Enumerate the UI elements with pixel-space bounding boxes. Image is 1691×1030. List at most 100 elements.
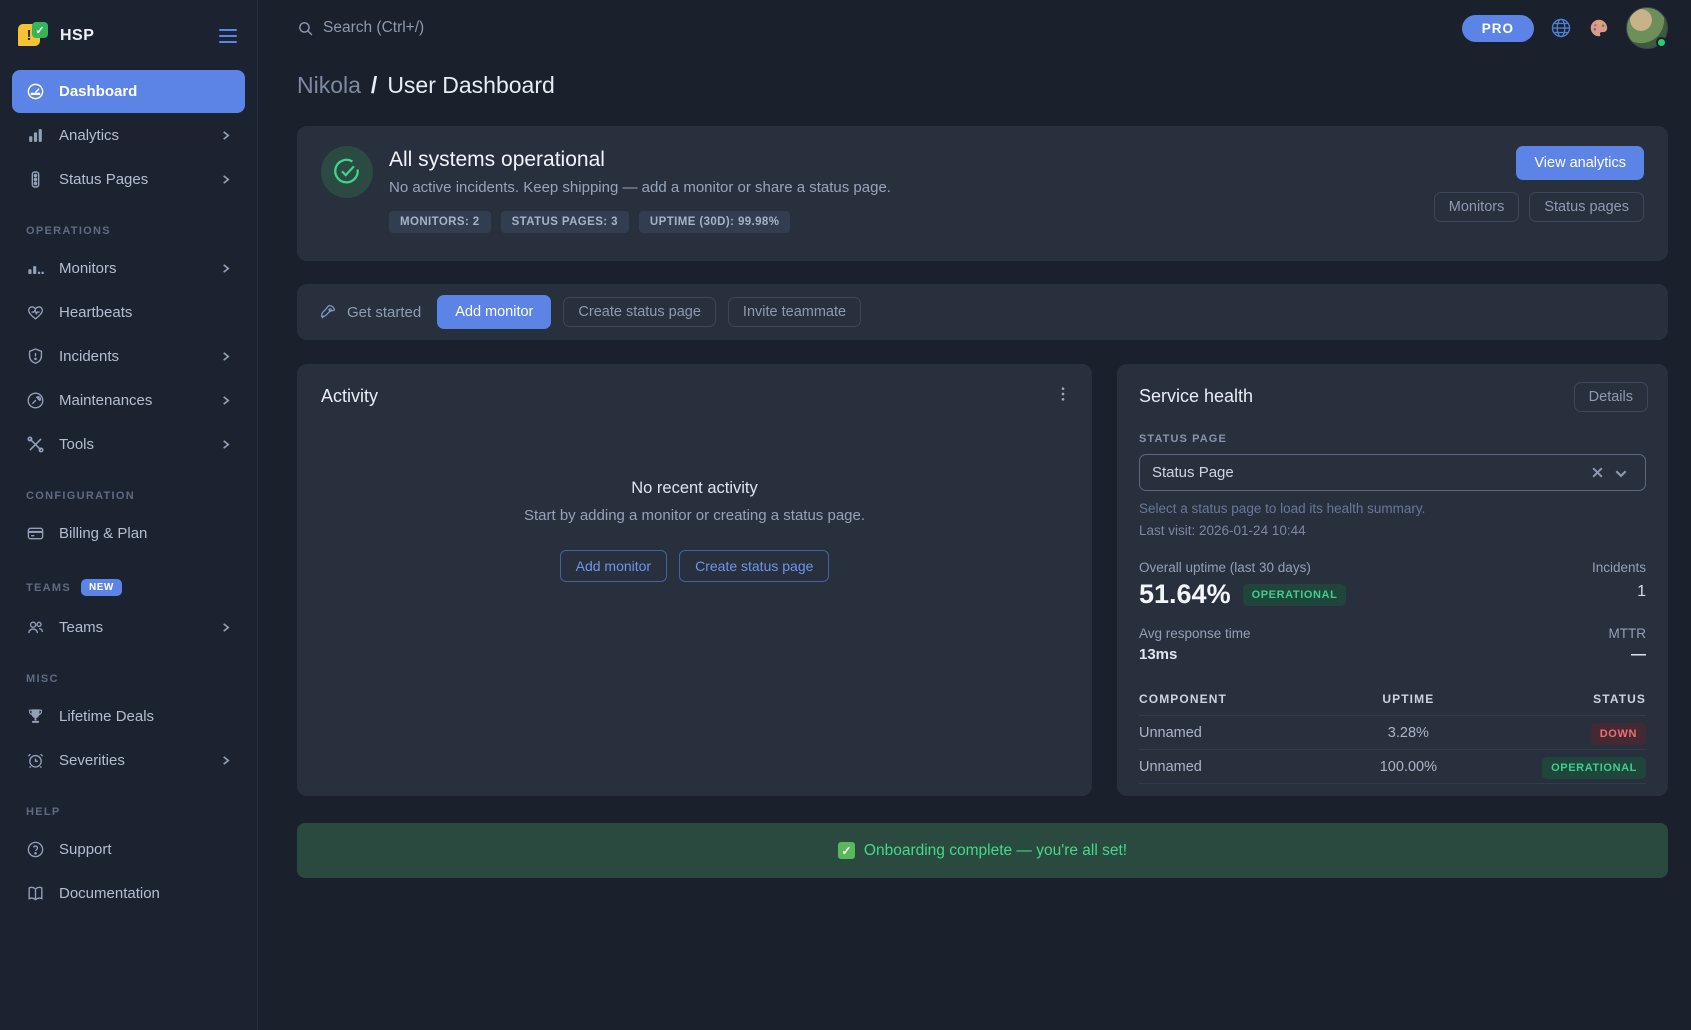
sidebar-item-monitors[interactable]: Monitors xyxy=(12,247,245,290)
sidebar-item-label: Dashboard xyxy=(59,83,231,100)
check-circle-icon xyxy=(321,146,373,198)
chevron-right-icon xyxy=(220,130,231,141)
uptime-30d-pill: UPTIME (30D): 99.98% xyxy=(639,211,790,233)
chevron-right-icon xyxy=(220,351,231,362)
sidebar-item-label: Monitors xyxy=(59,260,206,277)
sidebar-item-billing-plan[interactable]: Billing & Plan xyxy=(12,512,245,555)
sidebar-section-configuration: CONFIGURATION xyxy=(12,490,245,502)
component-name: Unnamed xyxy=(1139,725,1329,741)
overall-uptime-metric: Overall uptime (last 30 days) 51.64% OPE… xyxy=(1139,560,1346,610)
add-monitor-button[interactable]: Add monitor xyxy=(560,550,667,582)
clear-selection-icon[interactable] xyxy=(1586,466,1609,479)
sidebar-section-help: HELP xyxy=(12,806,245,818)
status-page-select[interactable]: Status Page xyxy=(1139,454,1646,491)
search-bar xyxy=(297,19,1462,37)
sidebar-item-teams[interactable]: Teams xyxy=(12,606,245,649)
sidebar-item-label: Maintenances xyxy=(59,392,206,409)
tools-icon xyxy=(26,435,45,454)
rocket-icon xyxy=(319,303,337,321)
status-hero-card: All systems operational No active incide… xyxy=(297,126,1668,261)
invite-teammate-button[interactable]: Invite teammate xyxy=(728,297,861,327)
theme-palette-icon[interactable] xyxy=(1588,17,1610,39)
monitors-count-pill: MONITORS: 2 xyxy=(389,211,491,233)
hamburger-menu-icon[interactable] xyxy=(217,27,239,45)
banner-text: Onboarding complete — you're all set! xyxy=(864,842,1127,860)
sidebar-item-label: Tools xyxy=(59,436,206,453)
sidebar-item-severities[interactable]: Severities xyxy=(12,739,245,782)
table-row: Unnamed 3.28% DOWN xyxy=(1139,716,1646,750)
globe-icon[interactable] xyxy=(1550,17,1572,39)
create-status-page-button[interactable]: Create status page xyxy=(679,550,829,582)
component-column-header: COMPONENT xyxy=(1139,692,1329,706)
sidebar-item-label: Incidents xyxy=(59,348,206,365)
avg-response-label: Avg response time xyxy=(1139,626,1251,641)
sidebar-section-operations: OPERATIONS xyxy=(12,225,245,237)
sidebar-item-label: Severities xyxy=(59,752,206,769)
avg-response-metric: Avg response time 13ms xyxy=(1139,626,1251,663)
sidebar-section-misc: MISC xyxy=(12,673,245,685)
user-avatar[interactable] xyxy=(1626,7,1668,49)
component-name: Unnamed xyxy=(1139,759,1329,775)
search-icon xyxy=(297,20,314,37)
kebab-menu-icon[interactable] xyxy=(1056,386,1070,402)
table-header-row: COMPONENT UPTIME STATUS xyxy=(1139,683,1646,716)
onboarding-complete-banner: ✓ Onboarding complete — you're all set! xyxy=(297,823,1668,878)
sidebar-item-analytics[interactable]: Analytics xyxy=(12,114,245,157)
mttr-metric: MTTR — xyxy=(1609,626,1647,663)
view-analytics-button[interactable]: View analytics xyxy=(1516,146,1644,180)
sidebar-item-maintenances[interactable]: Maintenances xyxy=(12,379,245,422)
uptime-column-header: UPTIME xyxy=(1329,692,1487,706)
hero-stat-pills: MONITORS: 2 STATUS PAGES: 3 UPTIME (30D)… xyxy=(389,211,1434,233)
sidebar-item-documentation[interactable]: Documentation xyxy=(12,872,245,915)
question-circle-icon xyxy=(26,840,45,859)
sidebar-item-dashboard[interactable]: Dashboard xyxy=(12,70,245,113)
pro-badge[interactable]: PRO xyxy=(1462,15,1534,42)
component-uptime: 3.28% xyxy=(1329,725,1487,741)
sidebar-item-incidents[interactable]: Incidents xyxy=(12,335,245,378)
breadcrumb-parent[interactable]: Nikola xyxy=(297,72,361,99)
incidents-label: Incidents xyxy=(1592,560,1646,575)
sidebar-item-status-pages[interactable]: Status Pages xyxy=(12,158,245,201)
add-monitor-button[interactable]: Add monitor xyxy=(437,295,551,329)
sidebar-item-tools[interactable]: Tools xyxy=(12,423,245,466)
service-health-title: Service health xyxy=(1139,386,1646,407)
chevron-right-icon xyxy=(220,622,231,633)
empty-state-subtitle: Start by adding a monitor or creating a … xyxy=(321,507,1068,524)
sidebar-item-label: Lifetime Deals xyxy=(59,708,231,725)
status-page-field-label: STATUS PAGE xyxy=(1139,433,1646,445)
topbar: PRO xyxy=(297,0,1668,56)
empty-state-title: No recent activity xyxy=(321,479,1068,498)
chevron-right-icon xyxy=(220,755,231,766)
trophy-icon xyxy=(26,707,45,726)
create-status-page-button[interactable]: Create status page xyxy=(563,297,716,327)
activity-card: Activity No recent activity Start by add… xyxy=(297,364,1092,796)
sidebar-item-label: Documentation xyxy=(59,885,231,902)
traffic-light-icon xyxy=(26,170,45,189)
breadcrumb: Nikola / User Dashboard xyxy=(297,72,1668,99)
hero-subtitle: No active incidents. Keep shipping — add… xyxy=(389,179,1434,196)
status-pages-button[interactable]: Status pages xyxy=(1529,192,1644,222)
chevron-down-icon[interactable] xyxy=(1609,466,1633,480)
shield-alert-icon xyxy=(26,347,45,366)
status-pages-count-pill: STATUS PAGES: 3 xyxy=(501,211,629,233)
status-column-header: STATUS xyxy=(1488,692,1646,706)
service-health-card: Service health Details STATUS PAGE Statu… xyxy=(1117,364,1668,796)
new-badge: NEW xyxy=(81,579,122,596)
sidebar-item-label: Status Pages xyxy=(59,171,206,188)
hero-actions: View analytics Monitors Status pages xyxy=(1434,146,1644,241)
search-input[interactable] xyxy=(323,19,623,37)
monitors-bars-icon xyxy=(26,259,45,278)
sidebar-item-lifetime-deals[interactable]: Lifetime Deals xyxy=(12,695,245,738)
sidebar-item-support[interactable]: Support xyxy=(12,828,245,871)
hero-text-block: All systems operational No active incide… xyxy=(389,146,1434,241)
main-area: PRO Nikola / User Dashboard All systems … xyxy=(258,0,1691,1030)
maintenance-wrench-icon xyxy=(26,391,45,410)
monitors-button[interactable]: Monitors xyxy=(1434,192,1520,222)
uptime-label: Overall uptime (last 30 days) xyxy=(1139,560,1346,575)
app-logo-row: ! ✓ HSP xyxy=(12,14,245,58)
page-title: User Dashboard xyxy=(387,72,554,99)
chevron-right-icon xyxy=(220,439,231,450)
sidebar-item-heartbeats[interactable]: Heartbeats xyxy=(12,291,245,334)
down-status-badge: DOWN xyxy=(1591,723,1646,745)
details-button[interactable]: Details xyxy=(1574,382,1648,412)
